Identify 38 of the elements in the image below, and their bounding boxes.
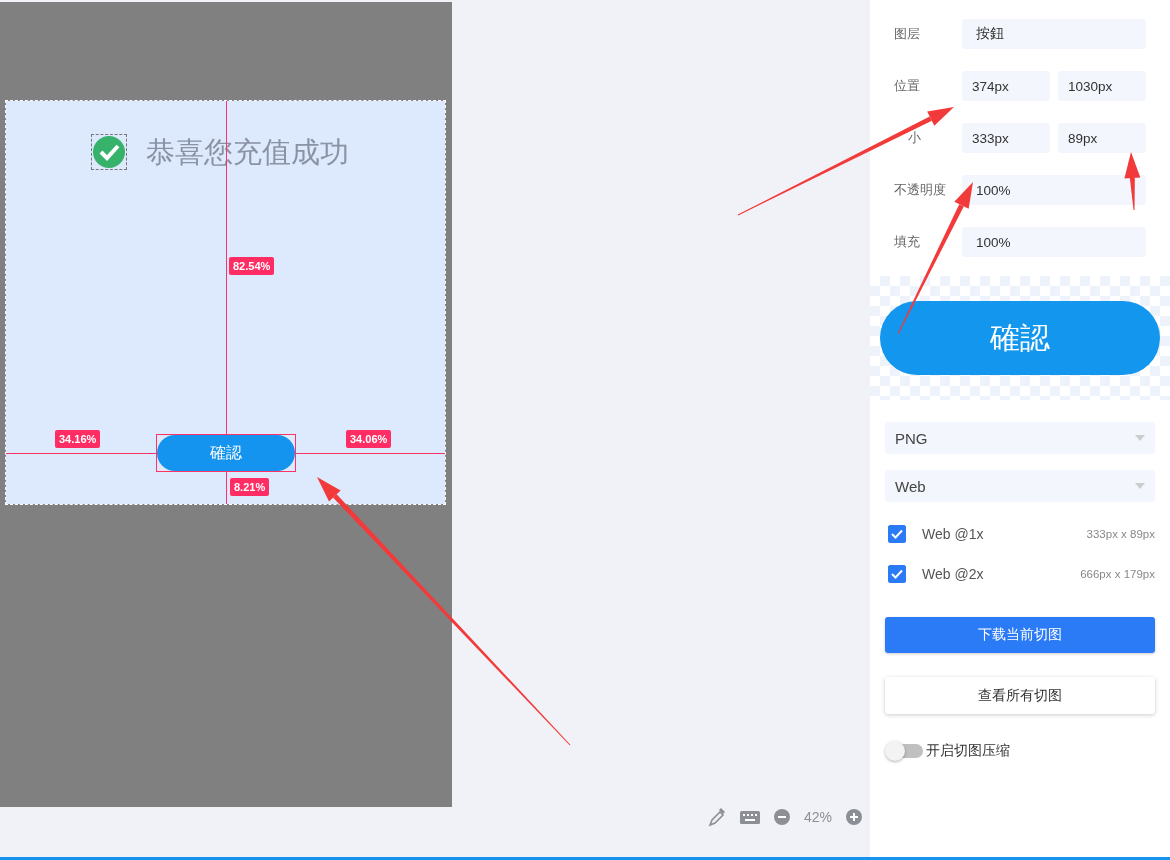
zoom-in-icon[interactable] — [846, 809, 862, 825]
property-label: 位置 — [894, 77, 921, 95]
property-field[interactable]: 100% — [962, 227, 1146, 257]
dropdown[interactable]: Web — [885, 470, 1155, 502]
scale-size: 666px x 179px — [1080, 568, 1155, 580]
caret-icon — [1135, 483, 1145, 489]
property-label: 填充 — [894, 233, 921, 251]
checkbox[interactable] — [888, 525, 906, 543]
toggle-switch[interactable] — [885, 741, 923, 761]
download-button[interactable]: 下载当前切图 — [885, 617, 1155, 653]
eyedropper-icon[interactable] — [707, 807, 726, 827]
property-field[interactable]: 1030px — [1058, 71, 1146, 101]
scale-label: Web @2x — [922, 566, 984, 582]
scale-label: Web @1x — [922, 526, 984, 542]
property-label: 图层 — [894, 25, 921, 43]
toggle-label: 开启切图压缩 — [926, 742, 1010, 760]
property-field[interactable]: 89px — [1058, 123, 1146, 153]
checkbox[interactable] — [888, 565, 906, 583]
property-field[interactable]: 100% — [962, 175, 1146, 205]
property-field[interactable]: 333px — [962, 123, 1050, 153]
property-field[interactable]: 按鈕 — [962, 19, 1146, 49]
property-label: 不透明度 — [894, 181, 947, 199]
annotation-arrow — [1124, 152, 1141, 211]
slice-preview: 確認 — [880, 301, 1160, 375]
property-field[interactable]: 374px — [962, 71, 1050, 101]
check-circle-icon — [92, 135, 126, 169]
zoom-level: 42% — [803, 809, 832, 825]
measure-label: 8.21% — [230, 478, 270, 496]
dropdown[interactable]: PNG — [885, 422, 1155, 454]
measure-label: 34.06% — [346, 430, 392, 448]
view-all-button[interactable]: 查看所有切图 — [885, 677, 1155, 714]
property-label: 小 — [907, 129, 922, 147]
measure-label: 34.16% — [55, 430, 101, 448]
zoom-out-icon[interactable] — [773, 809, 790, 825]
caret-icon — [1135, 435, 1145, 441]
keyboard-icon[interactable] — [739, 810, 760, 824]
scale-size: 333px x 89px — [1086, 528, 1155, 540]
measure-label: 82.54% — [229, 257, 275, 275]
